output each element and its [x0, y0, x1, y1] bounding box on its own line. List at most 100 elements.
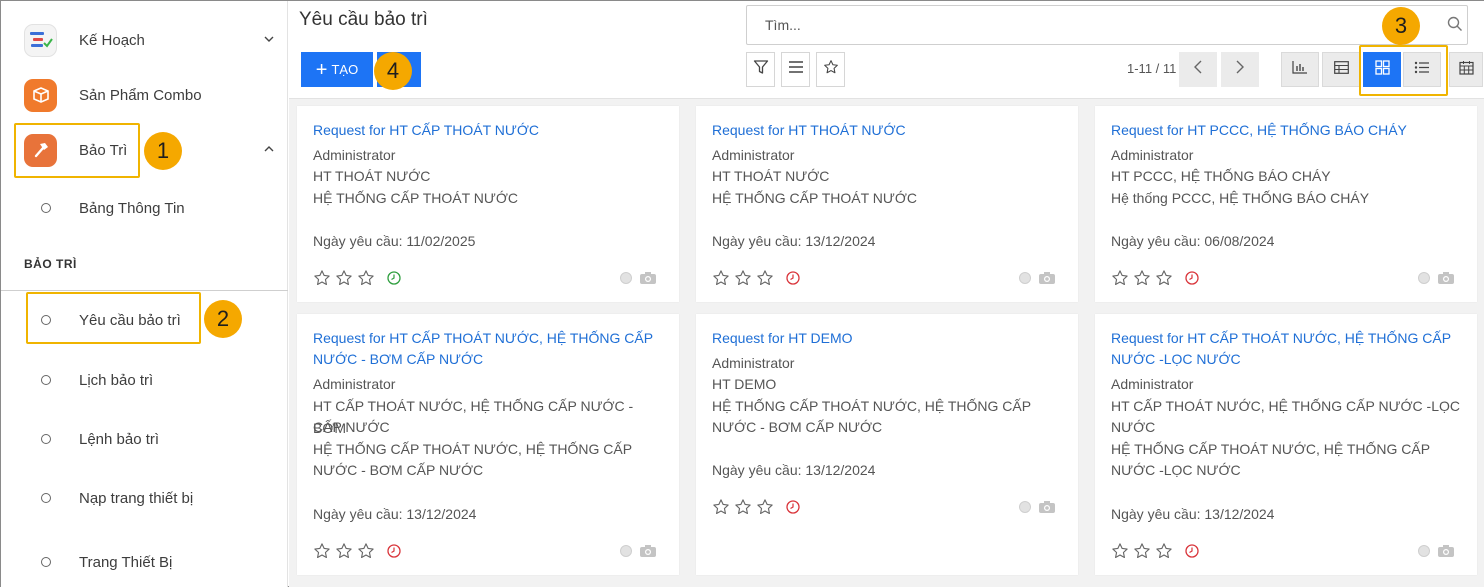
status-dot[interactable]	[1418, 272, 1430, 284]
status-dot[interactable]	[1418, 545, 1430, 557]
card-category: HỆ THỐNG CẤP THOÁT NƯỚC	[313, 190, 518, 206]
pager-next-button[interactable]	[1221, 52, 1259, 87]
star-icon[interactable]	[335, 269, 353, 287]
card-title-line: NƯỚC -LỌC NƯỚC	[1111, 351, 1241, 367]
step-badge-4: 4	[374, 52, 412, 90]
chevron-left-icon	[1193, 59, 1203, 80]
clock-icon[interactable]	[1185, 271, 1199, 285]
sidebar-item-lenh-bao-tri[interactable]: Lệnh bảo trì	[1, 419, 288, 459]
card-date: Ngày yêu cầu: 06/08/2024	[1111, 233, 1275, 249]
view-table-button[interactable]	[1322, 52, 1360, 87]
create-button-label: TẠO	[331, 62, 359, 77]
sidebar-item-lich-bao-tri[interactable]: Lịch bảo trì	[1, 360, 288, 400]
clock-icon[interactable]	[1185, 544, 1199, 558]
sidebar-item-trang-thiet-bi[interactable]: Trang Thiết Bị	[1, 542, 288, 582]
kanban-card[interactable]: Request for HT CẤP THOÁT NƯỚC Administra…	[297, 106, 679, 302]
card-category: NƯỚC -LỌC NƯỚC	[1111, 462, 1241, 478]
clock-icon[interactable]	[786, 500, 800, 514]
sidebar-item-bang-thong-tin[interactable]: Bảng Thông Tin	[1, 188, 288, 228]
view-graph-button[interactable]	[1281, 52, 1319, 87]
bar-chart-icon	[1292, 60, 1308, 79]
sidebar-app-ke-hoach[interactable]: Kế Hoạch	[1, 18, 288, 62]
circle-icon	[41, 434, 51, 444]
star-icon[interactable]	[756, 269, 774, 287]
star-icon[interactable]	[1111, 269, 1129, 287]
status-dot[interactable]	[1019, 501, 1031, 513]
star-icon	[823, 59, 839, 80]
sidebar-item-label: Trang Thiết Bị	[79, 553, 173, 571]
circle-icon	[41, 203, 51, 213]
create-button[interactable]: + TẠO	[301, 52, 373, 87]
star-icon[interactable]	[734, 269, 752, 287]
sidebar-item-label: Lệnh bảo trì	[79, 430, 160, 448]
group-by-button[interactable]	[781, 52, 810, 87]
card-title[interactable]: Request for HT CẤP THOÁT NƯỚC, HỆ THỐNG …	[1111, 328, 1466, 370]
search-icon[interactable]	[1447, 16, 1465, 34]
card-equipment: HT PCCC, HỆ THỐNG BÁO CHÁY	[1111, 168, 1331, 184]
status-dot[interactable]	[620, 545, 632, 557]
status-dot[interactable]	[620, 272, 632, 284]
sidebar-app-label: Kế Hoạch	[79, 31, 145, 49]
sidebar-item-label: Bảng Thông Tin	[79, 199, 185, 217]
card-category: Hệ thống PCCC, HỆ THỐNG BÁO CHÁY	[1111, 190, 1370, 206]
card-title-line: Request for HT CẤP THOÁT NƯỚC, HỆ THỐNG …	[1111, 330, 1452, 346]
search-box	[746, 5, 1468, 45]
star-icon[interactable]	[313, 542, 331, 560]
clock-icon[interactable]	[387, 271, 401, 285]
kanban-card[interactable]: Request for HT PCCC, HỆ THỐNG BÁO CHÁY A…	[1095, 106, 1477, 302]
star-icon[interactable]	[335, 542, 353, 560]
card-equipment: NƯỚC	[1111, 419, 1156, 435]
star-icon[interactable]	[357, 269, 375, 287]
card-title[interactable]: Request for HT PCCC, HỆ THỐNG BÁO CHÁY	[1111, 120, 1466, 141]
star-icon[interactable]	[357, 542, 375, 560]
card-title[interactable]: Request for HT DEMO	[712, 328, 1067, 349]
camera-icon	[640, 545, 656, 557]
card-title[interactable]: Request for HT CẤP THOÁT NƯỚC, HỆ THỐNG …	[313, 328, 668, 370]
star-icon[interactable]	[1133, 269, 1151, 287]
kanban-card[interactable]: Request for HT THOÁT NƯỚC Administrator …	[696, 106, 1078, 302]
star-icon[interactable]	[712, 498, 730, 516]
card-title[interactable]: Request for HT THOÁT NƯỚC	[712, 120, 1067, 141]
table-icon	[1333, 60, 1349, 79]
pager-previous-button[interactable]	[1179, 52, 1217, 87]
search-input[interactable]	[747, 6, 1427, 44]
kanban-card[interactable]: Request for HT CẤP THOÁT NƯỚC, HỆ THỐNG …	[1095, 314, 1477, 575]
card-date: Ngày yêu cầu: 11/02/2025	[313, 233, 476, 249]
star-icon[interactable]	[734, 498, 752, 516]
star-icon[interactable]	[1155, 269, 1173, 287]
calendar-icon	[1458, 60, 1474, 80]
chevron-up-icon[interactable]	[264, 144, 274, 156]
menu-lines-icon	[788, 60, 804, 79]
sidebar-item-label: Nạp trang thiết bị	[79, 489, 194, 507]
divider	[1, 290, 288, 291]
star-icon[interactable]	[1155, 542, 1173, 560]
sidebar-app-san-pham-combo[interactable]: Sản Phẩm Combo	[1, 73, 288, 117]
kanban-card[interactable]: Request for HT DEMO Administrator HT DEM…	[696, 314, 1078, 575]
camera-icon	[640, 272, 656, 284]
pager-value[interactable]: 1-11 / 11	[1127, 61, 1176, 76]
filter-button[interactable]	[746, 52, 775, 87]
card-equipment: HT THOÁT NƯỚC	[712, 168, 830, 184]
circle-icon	[41, 375, 51, 385]
highlight-box-view-switch	[1359, 45, 1448, 96]
kanban-card[interactable]: Request for HT CẤP THOÁT NƯỚC, HỆ THỐNG …	[297, 314, 679, 575]
star-icon[interactable]	[756, 498, 774, 516]
card-date: Ngày yêu cầu: 13/12/2024	[1111, 506, 1275, 522]
view-calendar-button[interactable]	[1449, 52, 1483, 87]
favorites-button[interactable]	[816, 52, 845, 87]
chevron-down-icon[interactable]	[264, 34, 274, 46]
star-icon[interactable]	[712, 269, 730, 287]
camera-icon	[1438, 272, 1454, 284]
clock-icon[interactable]	[387, 544, 401, 558]
star-icon[interactable]	[1111, 542, 1129, 560]
sidebar-app-label: Sản Phẩm Combo	[79, 86, 202, 104]
clock-icon[interactable]	[786, 271, 800, 285]
status-dot[interactable]	[1019, 272, 1031, 284]
control-panel: Yêu cầu bảo trì + TẠO 1-11	[289, 1, 1484, 99]
star-icon[interactable]	[1133, 542, 1151, 560]
sidebar-item-nap-trang-thiet-bi[interactable]: Nạp trang thiết bị	[1, 478, 288, 518]
star-icon[interactable]	[313, 269, 331, 287]
card-category: HỆ THỐNG CẤP THOÁT NƯỚC, HỆ THỐNG CẤP	[712, 398, 1032, 414]
card-title[interactable]: Request for HT CẤP THOÁT NƯỚC	[313, 120, 668, 141]
card-footer	[313, 542, 663, 562]
